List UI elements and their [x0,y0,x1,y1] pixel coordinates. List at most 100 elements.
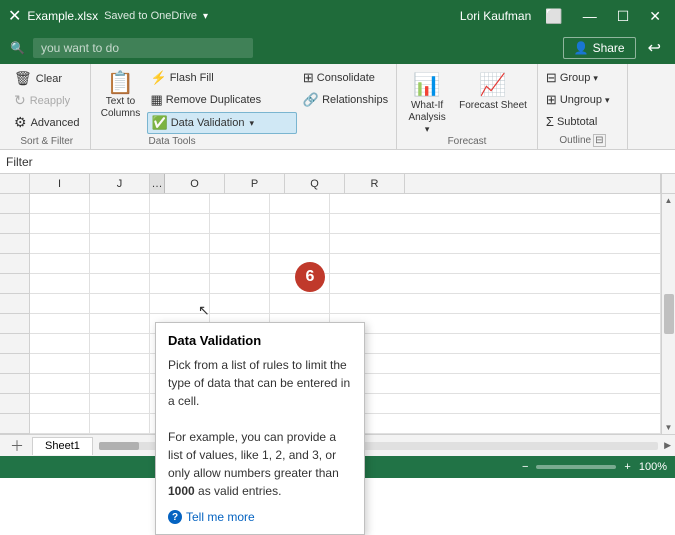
cell[interactable] [330,254,661,274]
cell[interactable] [150,254,210,274]
cell[interactable] [330,214,661,234]
undo-button[interactable]: ↩ [644,36,665,60]
cell[interactable] [150,234,210,254]
cell[interactable] [90,334,150,354]
add-sheet-button[interactable]: ＋ [4,436,30,456]
cell[interactable] [150,214,210,234]
data-validation-dropdown[interactable]: ▾ [249,118,254,129]
group-dropdown[interactable]: ▾ [593,73,598,84]
cell[interactable] [30,314,90,334]
scroll-up-arrow[interactable]: ▲ [663,194,675,207]
share-button[interactable]: 👤 Share [563,37,636,59]
cell[interactable] [330,334,661,354]
group-icon: ⊟ [546,70,557,86]
cell[interactable] [30,334,90,354]
cell[interactable] [30,194,90,214]
minimize-btn[interactable]: — [577,6,603,26]
what-if-dropdown[interactable]: ▾ [425,124,430,135]
cell[interactable] [30,414,90,434]
scroll-right-arrow[interactable]: ▶ [664,440,671,451]
cell[interactable] [330,194,661,214]
cell[interactable] [210,254,270,274]
group-button[interactable]: ⊟ Group ▾ [542,68,614,88]
cell[interactable] [270,194,330,214]
cell[interactable] [90,214,150,234]
scroll-down-arrow[interactable]: ▼ [663,421,675,434]
what-if-button[interactable]: 📊 What-IfAnalysis ▾ [401,68,453,139]
scroll-thumb[interactable] [664,294,674,334]
row-6 [0,294,29,314]
col-header-i[interactable]: I [30,174,90,193]
minus-zoom[interactable]: − [522,461,528,473]
cell[interactable] [30,294,90,314]
cell[interactable] [90,234,150,254]
cell[interactable] [210,194,270,214]
plus-zoom[interactable]: + [624,461,630,473]
sort-filter-label: Sort & Filter [20,134,73,147]
cell[interactable] [90,254,150,274]
cell[interactable] [90,314,150,334]
relationships-button[interactable]: 🔗 Relationships [299,90,392,110]
cell[interactable] [150,194,210,214]
tell-me-more-link[interactable]: ? Tell me more [168,510,352,524]
table-row [30,234,661,254]
cell[interactable] [30,254,90,274]
cell[interactable] [330,294,661,314]
cell[interactable] [330,314,661,334]
cell[interactable] [270,294,330,314]
col-header-r[interactable]: R [345,174,405,193]
search-input[interactable] [33,38,253,58]
cell[interactable] [30,274,90,294]
cell[interactable] [330,394,661,414]
col-header-p[interactable]: P [225,174,285,193]
data-validation-button[interactable]: ✅ Data Validation ▾ [147,112,297,134]
cell[interactable] [90,274,150,294]
cell[interactable] [90,374,150,394]
cell[interactable] [330,374,661,394]
subtotal-button[interactable]: Σ Subtotal [542,112,614,131]
maximize-btn[interactable]: ☐ [611,6,636,27]
advanced-button[interactable]: ⚙ Advanced [10,112,84,133]
ungroup-dropdown[interactable]: ▾ [605,95,610,106]
clear-button[interactable]: 🗑 Clear [10,68,84,89]
restore-btn[interactable]: ⬜ [539,6,568,27]
col-header-q[interactable]: Q [285,174,345,193]
cell[interactable] [210,234,270,254]
dropdown-arrow-title[interactable]: ▾ [203,11,208,22]
cell[interactable] [90,394,150,414]
flash-fill-button[interactable]: ⚡ Flash Fill [147,68,297,88]
cell[interactable] [210,214,270,234]
col-header-j[interactable]: J [90,174,150,193]
forecast-sheet-button[interactable]: 📈 Forecast Sheet [453,68,533,116]
cell[interactable] [30,234,90,254]
cell[interactable] [90,294,150,314]
cell[interactable] [210,294,270,314]
h-scroll-thumb[interactable] [99,442,139,450]
cell[interactable] [30,214,90,234]
outline-collapse-icon[interactable]: ⊟ [593,134,605,147]
cell[interactable] [270,214,330,234]
close-btn[interactable]: ✕ [643,6,667,27]
cell[interactable] [210,274,270,294]
cell[interactable] [30,394,90,414]
cell[interactable] [90,194,150,214]
cell[interactable] [270,234,330,254]
zoom-slider[interactable] [536,465,616,469]
consolidate-button[interactable]: ⊞ Consolidate [299,68,392,88]
cell[interactable] [330,274,661,294]
cell[interactable] [90,354,150,374]
cell[interactable] [30,354,90,374]
cell[interactable] [330,354,661,374]
cell[interactable] [90,414,150,434]
cell[interactable] [150,274,210,294]
right-scrollbar[interactable]: ▲ ▼ [661,194,675,434]
remove-duplicates-button[interactable]: ▦ Remove Duplicates [147,90,297,110]
ungroup-button[interactable]: ⊞ Ungroup ▾ [542,90,614,110]
cell[interactable] [330,234,661,254]
sheet-tab-1[interactable]: Sheet1 [32,437,93,455]
reapply-button[interactable]: ↻ Reapply [10,90,84,111]
text-to-columns-button[interactable]: 📋 Text to Columns [95,68,147,124]
cell[interactable] [30,374,90,394]
col-header-o[interactable]: O [165,174,225,193]
cell[interactable] [330,414,661,434]
